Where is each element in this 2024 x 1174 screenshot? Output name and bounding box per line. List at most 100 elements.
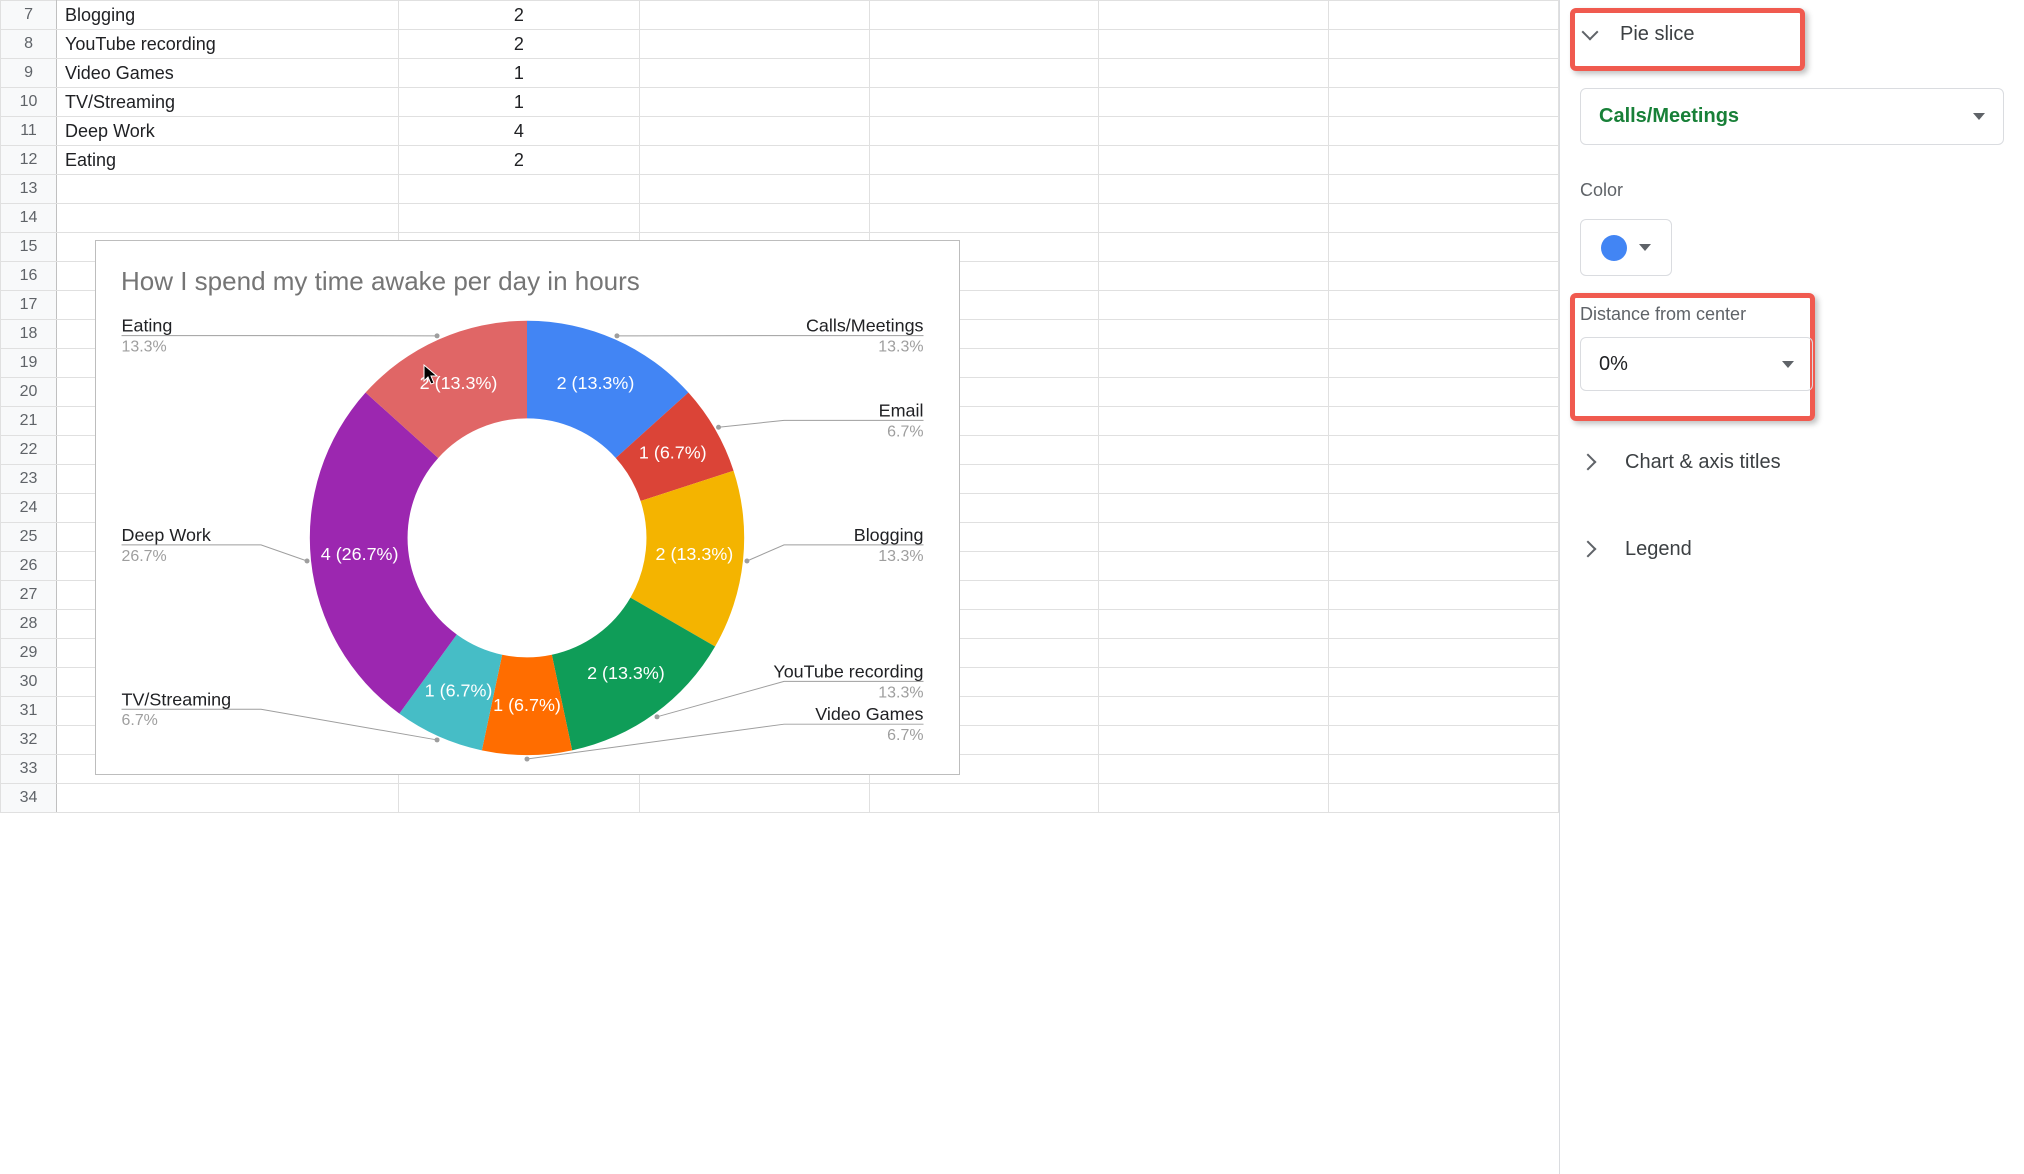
table-row[interactable]: 14 bbox=[1, 204, 1559, 233]
cell[interactable] bbox=[398, 204, 639, 233]
cell[interactable] bbox=[639, 204, 869, 233]
cell[interactable] bbox=[398, 784, 639, 813]
row-number[interactable]: 15 bbox=[1, 233, 57, 262]
row-number[interactable]: 20 bbox=[1, 378, 57, 407]
cell[interactable] bbox=[1329, 639, 1559, 668]
row-number[interactable]: 16 bbox=[1, 262, 57, 291]
row-number[interactable]: 8 bbox=[1, 30, 57, 59]
table-row[interactable]: 8YouTube recording2 bbox=[1, 30, 1559, 59]
cell[interactable]: 1 bbox=[398, 88, 639, 117]
row-number[interactable]: 27 bbox=[1, 581, 57, 610]
cell[interactable]: 4 bbox=[398, 117, 639, 146]
cell[interactable] bbox=[1099, 320, 1329, 349]
row-number[interactable]: 11 bbox=[1, 117, 57, 146]
row-number[interactable]: 24 bbox=[1, 494, 57, 523]
cell[interactable] bbox=[1099, 175, 1329, 204]
row-number[interactable]: 7 bbox=[1, 1, 57, 30]
cell[interactable]: 2 bbox=[398, 1, 639, 30]
cell[interactable] bbox=[57, 175, 399, 204]
cell[interactable] bbox=[1329, 755, 1559, 784]
row-number[interactable]: 12 bbox=[1, 146, 57, 175]
row-number[interactable]: 26 bbox=[1, 552, 57, 581]
cell[interactable] bbox=[1329, 204, 1559, 233]
cell[interactable] bbox=[869, 88, 1099, 117]
cell[interactable] bbox=[1329, 407, 1559, 436]
row-number[interactable]: 34 bbox=[1, 784, 57, 813]
table-row[interactable]: 13 bbox=[1, 175, 1559, 204]
cell[interactable] bbox=[1329, 697, 1559, 726]
cell[interactable] bbox=[1099, 378, 1329, 407]
cell[interactable] bbox=[1099, 552, 1329, 581]
cell[interactable] bbox=[639, 117, 869, 146]
cell[interactable] bbox=[1099, 523, 1329, 552]
table-row[interactable]: 7Blogging2 bbox=[1, 1, 1559, 30]
row-number[interactable]: 17 bbox=[1, 291, 57, 320]
table-row[interactable]: 9Video Games1 bbox=[1, 59, 1559, 88]
cell[interactable] bbox=[57, 204, 399, 233]
cell[interactable] bbox=[1099, 407, 1329, 436]
table-row[interactable]: 12Eating2 bbox=[1, 146, 1559, 175]
cell[interactable] bbox=[1329, 291, 1559, 320]
row-number[interactable]: 13 bbox=[1, 175, 57, 204]
row-number[interactable]: 33 bbox=[1, 755, 57, 784]
row-number[interactable]: 30 bbox=[1, 668, 57, 697]
cell[interactable] bbox=[639, 175, 869, 204]
cell[interactable] bbox=[1329, 349, 1559, 378]
cell[interactable] bbox=[1329, 465, 1559, 494]
cell[interactable] bbox=[1329, 610, 1559, 639]
row-number[interactable]: 19 bbox=[1, 349, 57, 378]
embedded-chart[interactable]: How I spend my time awake per day in hou… bbox=[95, 240, 960, 775]
cell[interactable] bbox=[1099, 494, 1329, 523]
cell[interactable] bbox=[1099, 146, 1329, 175]
cell[interactable]: Eating bbox=[57, 146, 399, 175]
cell[interactable] bbox=[1099, 30, 1329, 59]
cell[interactable] bbox=[1329, 30, 1559, 59]
pie-slice-section-header[interactable]: Pie slice bbox=[1580, 20, 2004, 48]
cell[interactable] bbox=[639, 784, 869, 813]
cell[interactable] bbox=[1329, 59, 1559, 88]
cell[interactable] bbox=[1099, 117, 1329, 146]
cell[interactable] bbox=[1329, 117, 1559, 146]
cell[interactable] bbox=[1329, 494, 1559, 523]
cell[interactable]: 2 bbox=[398, 30, 639, 59]
cell[interactable]: Video Games bbox=[57, 59, 399, 88]
cell[interactable] bbox=[869, 117, 1099, 146]
spreadsheet-viewport[interactable]: 7Blogging28YouTube recording29Video Game… bbox=[0, 0, 1559, 1174]
row-number[interactable]: 18 bbox=[1, 320, 57, 349]
row-number[interactable]: 32 bbox=[1, 726, 57, 755]
cell[interactable]: Blogging bbox=[57, 1, 399, 30]
cell[interactable] bbox=[1329, 378, 1559, 407]
cell[interactable] bbox=[1099, 726, 1329, 755]
cell[interactable] bbox=[1099, 784, 1329, 813]
cell[interactable] bbox=[1329, 726, 1559, 755]
cell[interactable] bbox=[1099, 639, 1329, 668]
row-number[interactable]: 10 bbox=[1, 88, 57, 117]
slice-selector-dropdown[interactable]: Calls/Meetings bbox=[1580, 88, 2004, 145]
distance-from-center-dropdown[interactable]: 0% bbox=[1580, 337, 1813, 391]
slice-color-picker[interactable] bbox=[1580, 219, 1672, 276]
cell[interactable] bbox=[1099, 59, 1329, 88]
row-number[interactable]: 25 bbox=[1, 523, 57, 552]
cell[interactable] bbox=[1329, 581, 1559, 610]
cell[interactable] bbox=[57, 784, 399, 813]
cell[interactable]: 1 bbox=[398, 59, 639, 88]
row-number[interactable]: 21 bbox=[1, 407, 57, 436]
cell[interactable] bbox=[869, 204, 1099, 233]
cell[interactable] bbox=[1099, 697, 1329, 726]
cell[interactable] bbox=[1099, 291, 1329, 320]
cell[interactable] bbox=[869, 175, 1099, 204]
cell[interactable] bbox=[398, 175, 639, 204]
cell[interactable] bbox=[1099, 233, 1329, 262]
cell[interactable] bbox=[869, 30, 1099, 59]
table-row[interactable]: 10TV/Streaming1 bbox=[1, 88, 1559, 117]
cell[interactable]: Deep Work bbox=[57, 117, 399, 146]
cell[interactable] bbox=[1329, 552, 1559, 581]
cell[interactable] bbox=[1329, 146, 1559, 175]
cell[interactable] bbox=[1329, 523, 1559, 552]
row-number[interactable]: 9 bbox=[1, 59, 57, 88]
cell[interactable] bbox=[1099, 1, 1329, 30]
cell[interactable] bbox=[1329, 233, 1559, 262]
cell[interactable] bbox=[1099, 262, 1329, 291]
cell[interactable] bbox=[1329, 784, 1559, 813]
cell[interactable] bbox=[1329, 262, 1559, 291]
